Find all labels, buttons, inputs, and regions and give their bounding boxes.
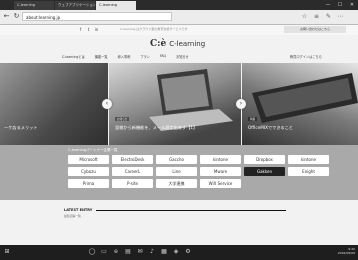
browser-tab-bar: C-learning ウェブアプリケーション C-learning — ☐ ✕: [0, 0, 358, 10]
url-field[interactable]: about:learning.jp: [22, 12, 172, 21]
slide-2-tag: お知らせ: [115, 117, 130, 121]
partner-logo[interactable]: kintone: [288, 155, 329, 164]
latest-entry-subheading: 最新記事一覧: [64, 214, 81, 218]
latest-entry-heading: LATEST ENTRY: [64, 208, 93, 212]
start-icon[interactable]: ⊞: [3, 248, 11, 256]
system-clock[interactable]: 9:40 2016/06/06: [338, 247, 355, 255]
music-icon[interactable]: ♪: [148, 248, 156, 256]
refresh-icon[interactable]: ↻: [12, 12, 21, 21]
nav-item-cases[interactable]: 導入事例: [118, 54, 131, 61]
partner-logo[interactable]: Gakken: [244, 167, 285, 176]
browser-tab-active[interactable]: C-learning: [96, 1, 136, 10]
partner-logo[interactable]: Prima: [68, 179, 109, 188]
partner-section: C-learningパートナー企業一覧 Microsoft ElectroDes…: [0, 145, 358, 200]
search-icon[interactable]: ◯: [88, 248, 96, 256]
site-tagline: C-learning はクラウド型の教育支援サービスです: [120, 27, 188, 31]
store-icon[interactable]: ▦: [160, 248, 168, 256]
slide-1[interactable]: ーケ店るメリット: [0, 63, 108, 145]
partner-logo[interactable]: WiX Service: [200, 179, 241, 188]
explorer-icon[interactable]: ▤: [124, 248, 132, 256]
partner-logo[interactable]: Dropbox: [244, 155, 285, 164]
slider-prev-icon[interactable]: ‹: [102, 99, 112, 109]
nav-item-faq[interactable]: FAQ: [160, 54, 166, 61]
mail-icon[interactable]: ✉: [136, 248, 144, 256]
close-window-button[interactable]: ✕: [346, 0, 358, 10]
partner-logo[interactable]: CareerL: [112, 167, 153, 176]
slide-3-title: OfficeMIXでできること: [248, 125, 293, 130]
partner-logo[interactable]: Enight: [288, 167, 329, 176]
task-view-icon[interactable]: ▭: [100, 248, 108, 256]
slide-1-title: ーケ店るメリット: [4, 125, 38, 130]
slider-next-icon[interactable]: ›: [236, 99, 246, 109]
partner-logo[interactable]: kintone: [200, 155, 241, 164]
maximize-button[interactable]: ☐: [334, 0, 346, 10]
address-bar-row: ← ↻ about:learning.jp ☆ ≡ ✎ ⋯: [0, 10, 358, 25]
twitter-icon[interactable]: t: [86, 27, 91, 32]
partner-logo[interactable]: Microsoft: [68, 155, 109, 164]
slide-2[interactable]: お知らせ 混雑から新機能を、メール設定出来す【1】: [109, 63, 241, 145]
browser-tab-2[interactable]: ウェブアプリケーション: [55, 1, 95, 10]
partner-logo[interactable]: 大学連携: [156, 179, 197, 188]
settings-icon[interactable]: ⚙: [184, 248, 192, 256]
partner-logo[interactable]: ElectroDesk: [112, 155, 153, 164]
minimize-button[interactable]: —: [322, 0, 334, 10]
app-icon[interactable]: ◈: [172, 248, 180, 256]
partner-logo[interactable]: P-site: [112, 179, 153, 188]
partner-logo[interactable]: Mware: [200, 167, 241, 176]
login-link[interactable]: 教員ログインはこちら: [290, 54, 322, 59]
nav-item-plan[interactable]: プラン: [140, 54, 150, 61]
partner-logo[interactable]: Cybozu: [68, 167, 109, 176]
logo-text: C-learning: [169, 40, 206, 48]
slide-3-tag: 特集: [248, 117, 258, 121]
edge-icon[interactable]: e: [112, 248, 120, 256]
slide-3[interactable]: 特集 OfficeMIXでできること: [242, 63, 358, 145]
nav-item-news[interactable]: お知らせ: [176, 54, 189, 61]
logo-mark: C:è: [150, 39, 167, 49]
facebook-icon[interactable]: f: [78, 27, 83, 32]
keyboard-illustration: [252, 73, 358, 123]
taskbar: ⊞ ◯ ▭ e ▤ ✉ ♪ ▦ ◈ ⚙ 9:40 2016/06/06: [0, 245, 358, 260]
back-icon[interactable]: ←: [2, 12, 11, 21]
contact-button[interactable]: お問い合わせはこちら: [284, 26, 346, 33]
note-icon[interactable]: ✎: [324, 12, 333, 21]
hero-slider: ーケ店るメリット お知らせ 混雑から新機能を、メール設定出来す【1】 特集 Of…: [0, 63, 358, 145]
web-page: f t in C-learning はクラウド型の教育支援サービスです お問い合…: [0, 25, 358, 245]
partner-heading: C-learningパートナー企業一覧: [68, 148, 118, 152]
section-divider: [96, 210, 286, 211]
site-logo[interactable]: C:è C-learning: [150, 37, 205, 51]
nav-item-features[interactable]: 機能一覧: [95, 54, 108, 61]
laptop-illustration: [149, 69, 233, 131]
site-top-bar: f t in C-learning はクラウド型の教育支援サービスです お問い合…: [0, 25, 358, 35]
slide-2-title: 混雑から新機能を、メール設定出来す【1】: [115, 125, 198, 130]
browser-tab-1[interactable]: C-learning: [14, 1, 54, 10]
nav-item-about[interactable]: C-learningとは: [62, 54, 85, 61]
clock-date: 2016/06/06: [337, 251, 355, 255]
partner-logo[interactable]: Line: [156, 167, 197, 176]
more-icon[interactable]: ⋯: [336, 12, 345, 21]
hub-icon[interactable]: ≡: [312, 12, 321, 21]
linkedin-icon[interactable]: in: [94, 27, 99, 32]
partner-logo[interactable]: Gaccho: [156, 155, 197, 164]
favorite-icon[interactable]: ☆: [300, 12, 309, 21]
main-nav: C-learningとは 機能一覧 導入事例 プラン FAQ お知らせ: [62, 54, 292, 61]
